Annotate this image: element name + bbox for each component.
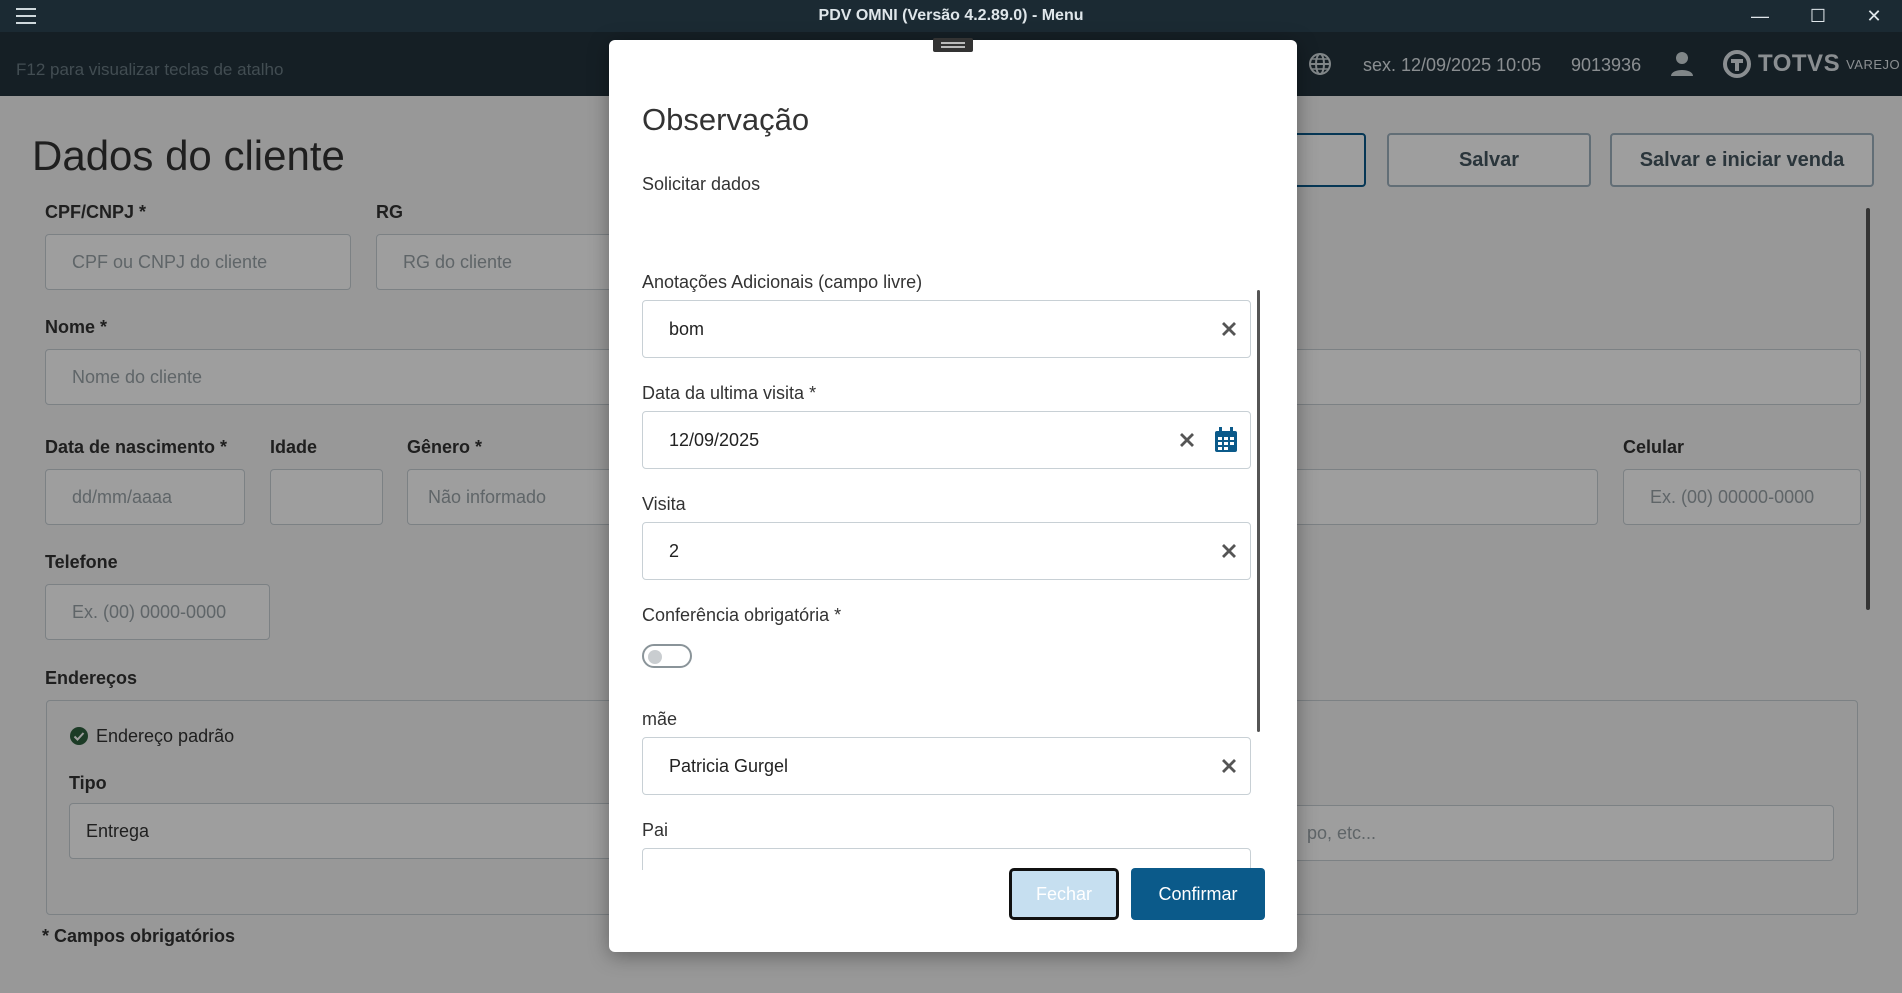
title-bar: PDV OMNI (Versão 4.2.89.0) - Menu — ☐ ✕ — [0, 0, 1902, 32]
calendar-icon[interactable] — [1214, 427, 1238, 453]
conferencia-toggle[interactable] — [642, 644, 692, 668]
anotacoes-input[interactable]: bom — [642, 300, 1251, 358]
ultima-visita-value: 12/09/2025 — [669, 429, 760, 450]
clear-icon[interactable] — [1218, 755, 1240, 777]
modal-scrollbar[interactable] — [1257, 290, 1260, 732]
mae-input[interactable]: Patricia Gurgel — [642, 737, 1251, 795]
close-button[interactable]: Fechar — [1009, 868, 1119, 920]
clear-icon[interactable] — [1176, 429, 1198, 451]
minimize-button[interactable]: — — [1732, 0, 1788, 32]
mae-label: mãe — [642, 709, 678, 729]
modal-form: Anotações Adicionais (campo livre) bom D… — [609, 230, 1297, 870]
anotacoes-label: Anotações Adicionais (campo livre) — [642, 272, 923, 292]
drag-handle-icon[interactable] — [933, 38, 973, 52]
modal-title: Observação — [642, 102, 810, 137]
ultima-visita-label: Data da ultima visita * — [642, 383, 817, 403]
window-title: PDV OMNI (Versão 4.2.89.0) - Menu — [818, 7, 1084, 24]
clear-icon[interactable] — [1218, 540, 1240, 562]
visita-value: 2 — [669, 540, 680, 561]
observacao-modal: Observação Solicitar dados Anotações Adi… — [609, 38, 1297, 952]
visita-label: Visita — [642, 494, 686, 514]
mae-value: Patricia Gurgel — [669, 755, 789, 776]
maximize-button[interactable]: ☐ — [1790, 0, 1846, 32]
close-window-button[interactable]: ✕ — [1846, 0, 1902, 32]
modal-subtitle: Solicitar dados — [642, 174, 761, 194]
anotacoes-value: bom — [669, 318, 705, 339]
visita-input[interactable]: 2 — [642, 522, 1251, 580]
pai-input[interactable] — [642, 848, 1251, 870]
ultima-visita-input[interactable]: 12/09/2025 — [642, 411, 1251, 469]
confirm-button[interactable]: Confirmar — [1131, 868, 1265, 920]
pai-label: Pai — [642, 820, 669, 840]
conferencia-label: Conferência obrigatória * — [642, 605, 842, 625]
toggle-knob — [648, 650, 662, 664]
clear-icon[interactable] — [1218, 318, 1240, 340]
